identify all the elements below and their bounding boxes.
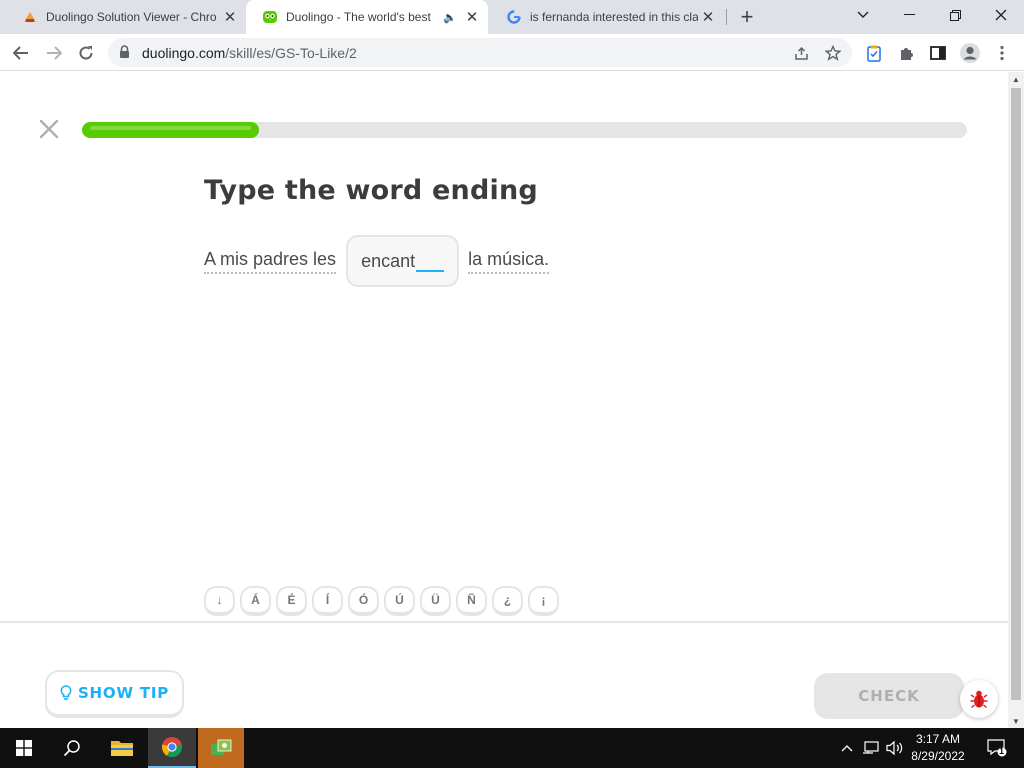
close-tab-icon[interactable]: ✕ (698, 7, 718, 27)
special-char-key[interactable]: ¿ (492, 586, 523, 616)
folder-icon (111, 741, 133, 756)
challenge-prompt: Type the word ending (204, 175, 538, 206)
close-tab-icon[interactable]: ✕ (220, 7, 240, 27)
share-icon[interactable] (792, 44, 810, 62)
side-panel-icon[interactable] (924, 39, 952, 67)
special-char-key[interactable]: ¡ (528, 586, 559, 616)
taskbar-clock[interactable]: 3:17 AM 8/29/2022 (904, 731, 972, 765)
tab-separator (726, 9, 727, 25)
profile-avatar-icon[interactable] (956, 39, 984, 67)
lesson-page: Type the word ending A mis padres les en… (0, 72, 1008, 728)
scrollbar-thumb[interactable] (1011, 88, 1021, 700)
new-tab-button[interactable]: + (734, 4, 760, 29)
show-tip-label: SHOW TIP (77, 684, 170, 702)
address-bar[interactable]: duolingo.com/skill/es/GS-To-Like/2 (108, 38, 852, 67)
show-hidden-icons-icon[interactable] (838, 728, 856, 768)
tab-search-icon[interactable] (840, 0, 886, 30)
url-text: duolingo.com/skill/es/GS-To-Like/2 (142, 45, 357, 61)
extension-icon (22, 9, 38, 25)
special-char-key[interactable]: É (276, 586, 307, 616)
special-char-key[interactable]: ↓ (204, 586, 235, 616)
start-button[interactable] (0, 728, 48, 768)
back-button[interactable] (7, 39, 35, 67)
duolingo-owl-icon (262, 9, 278, 25)
scroll-down-arrow-icon[interactable]: ▼ (1008, 714, 1024, 728)
sentence-word[interactable]: la música. (468, 248, 550, 274)
chrome-taskbar-button[interactable] (148, 728, 196, 768)
close-tab-icon[interactable]: ✕ (462, 7, 482, 27)
search-icon (63, 740, 80, 757)
notification-count: 1 (999, 746, 1005, 756)
notifications-button[interactable]: 1 (982, 728, 1012, 768)
scroll-up-arrow-icon[interactable]: ▲ (1008, 72, 1024, 86)
close-icon (39, 119, 59, 139)
tab-title: Duolingo - The world's best (286, 10, 431, 24)
special-char-key[interactable]: Ñ (456, 586, 487, 616)
clipboard-extension-icon[interactable] (860, 39, 888, 67)
app-taskbar-button[interactable] (198, 728, 244, 768)
challenge-sentence: A mis padres les encant la música. (204, 235, 550, 287)
lightbulb-icon (60, 685, 72, 700)
tab-solution-viewer[interactable]: Duolingo Solution Viewer - Chro ✕ (6, 0, 246, 34)
special-char-key[interactable]: Ó (348, 586, 379, 616)
reload-button[interactable] (72, 39, 100, 67)
page-scrollbar[interactable]: ▲ ▼ (1008, 72, 1024, 728)
file-explorer-button[interactable] (98, 728, 146, 768)
restore-button[interactable] (932, 0, 978, 30)
special-char-key[interactable]: Í (312, 586, 343, 616)
blank-input-field[interactable] (416, 250, 445, 272)
tab-duolingo[interactable]: Duolingo - The world's best 🔈 ✕ (246, 0, 488, 34)
lock-icon[interactable] (119, 45, 130, 64)
volume-icon[interactable] (884, 728, 906, 768)
forward-button[interactable] (40, 39, 68, 67)
bug-icon (970, 690, 988, 709)
special-char-key[interactable]: Á (240, 586, 271, 616)
progress-shine (90, 126, 251, 130)
network-icon[interactable] (860, 728, 882, 768)
taskbar-search-button[interactable] (48, 728, 96, 768)
minimize-button[interactable] (886, 0, 932, 30)
progress-fill (82, 122, 259, 138)
show-tip-button[interactable]: SHOW TIP (45, 670, 184, 718)
special-characters-keyboard: ↓ Á É Í Ó Ú Ü Ñ ¿ ¡ (204, 586, 564, 616)
quit-lesson-button[interactable] (38, 118, 60, 140)
check-button[interactable]: CHECK (814, 673, 964, 719)
clock-date: 8/29/2022 (911, 749, 965, 763)
browser-toolbar: duolingo.com/skill/es/GS-To-Like/2 (0, 34, 1024, 71)
sentence-word[interactable]: A mis padres les (204, 248, 337, 274)
app-icon (211, 739, 232, 755)
word-stem: encant (361, 251, 416, 271)
tab-google-search[interactable]: is fernanda interested in this clas ✕ (490, 0, 724, 34)
google-g-icon (506, 9, 522, 25)
extensions-puzzle-icon[interactable] (892, 39, 920, 67)
word-ending-input[interactable]: encant (346, 235, 460, 287)
special-char-key[interactable]: Ü (420, 586, 451, 616)
report-bug-button[interactable] (960, 680, 998, 718)
tab-title: Duolingo Solution Viewer - Chro (46, 10, 217, 24)
url-host: duolingo.com (142, 45, 226, 61)
speaker-icon[interactable]: 🔈 (440, 7, 460, 27)
bookmark-star-icon[interactable] (824, 44, 842, 62)
special-char-key[interactable]: Ú (384, 586, 415, 616)
windows-taskbar: 3:17 AM 8/29/2022 1 (0, 728, 1024, 768)
tab-strip: Duolingo Solution Viewer - Chro ✕ Duolin… (0, 0, 1024, 34)
windows-logo-icon (16, 740, 32, 756)
lesson-progress-bar (82, 122, 967, 138)
lesson-footer: SHOW TIP CHECK (0, 621, 1008, 728)
chrome-icon (161, 737, 183, 758)
clock-time: 3:17 AM (915, 732, 961, 746)
tab-title: is fernanda interested in this clas (530, 10, 698, 24)
chrome-menu-icon[interactable] (988, 39, 1016, 67)
close-window-button[interactable] (978, 0, 1024, 30)
url-path: /skill/es/GS-To-Like/2 (225, 45, 357, 61)
